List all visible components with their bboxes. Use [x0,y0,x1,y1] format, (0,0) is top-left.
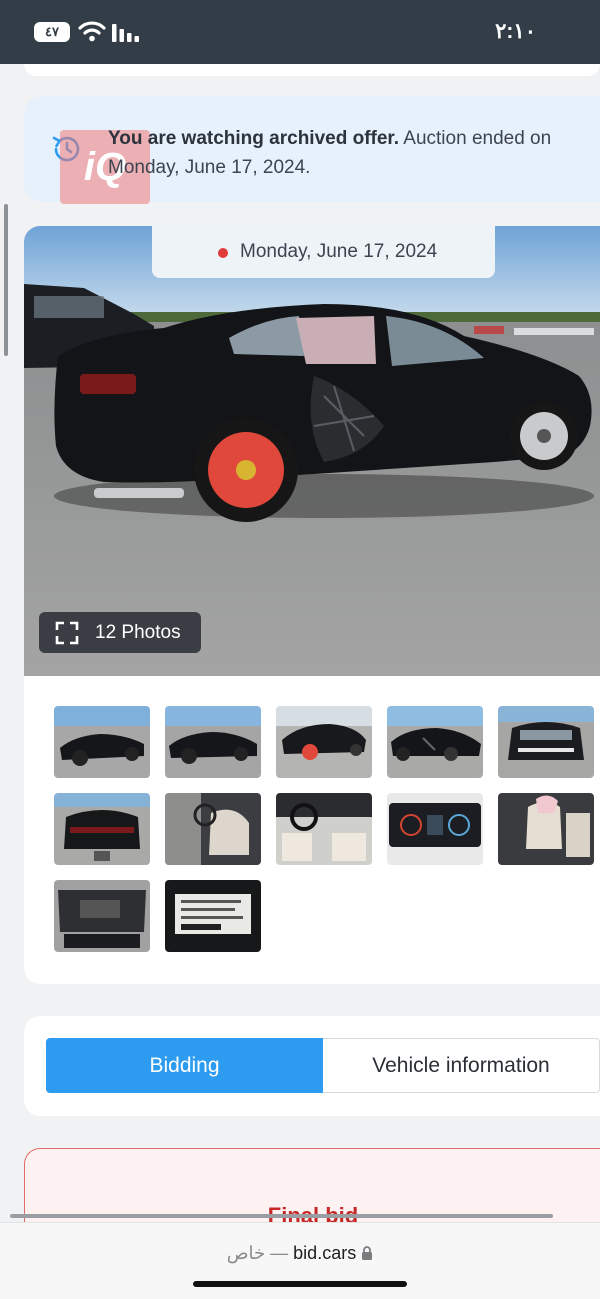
lock-icon [362,1246,373,1260]
vertical-scroll-indicator [4,204,8,356]
private-mode-label: خاص — [226,1243,289,1263]
clock-time: ٢:١٠ [495,20,536,43]
horizontal-scroll-indicator [10,1214,553,1218]
address-text[interactable]: خاص — bid.cars [0,1243,600,1264]
status-bar: ٤٧ ٢:١٠ [0,0,600,64]
thumb-vin-label[interactable] [165,880,261,952]
thumb-driver-door-interior[interactable] [165,793,261,865]
auction-date-label: Monday, June 17, 2024 [152,226,495,278]
auction-date-text: Monday, June 17, 2024 [240,241,438,262]
thumb-rear-spare[interactable] [276,706,372,778]
thumb-instrument-cluster[interactable] [387,793,483,865]
cellular-signal-icon [112,24,139,42]
home-indicator [193,1281,407,1287]
battery-icon: ٤٧ [34,22,70,42]
domain-label: bid.cars [293,1243,357,1263]
tabs-card: Bidding Vehicle information [24,1016,600,1116]
tab-vehicle-information[interactable]: Vehicle information [323,1038,600,1093]
fullscreen-icon [55,621,79,645]
archived-offer-notice: iQ You are watching archived offer. Auct… [24,96,600,204]
photo-gallery-card: Monday, June 17, 2024 12 Photos [24,226,600,984]
view-photos-button[interactable]: 12 Photos [39,612,201,653]
thumb-rear[interactable] [54,793,150,865]
photos-count-label: 12 Photos [95,622,181,643]
notice-message: You are watching archived offer. Auction… [108,124,558,182]
previous-card-edge [24,64,600,76]
wifi-icon [78,21,106,42]
status-dot [218,248,228,258]
thumb-damage-side[interactable] [387,706,483,778]
notice-bold: You are watching archived offer. [108,128,400,149]
thumb-side-left-2[interactable] [165,706,261,778]
browser-address-bar[interactable]: خاص — bid.cars [0,1222,600,1299]
thumb-rear-seats-airbag[interactable] [498,793,594,865]
tab-bidding[interactable]: Bidding [46,1038,323,1093]
thumb-side-left[interactable] [54,706,150,778]
thumb-engine-bay[interactable] [54,880,150,952]
main-car-photo[interactable] [24,226,600,676]
thumb-dashboard[interactable] [276,793,372,865]
thumb-front[interactable] [498,706,594,778]
